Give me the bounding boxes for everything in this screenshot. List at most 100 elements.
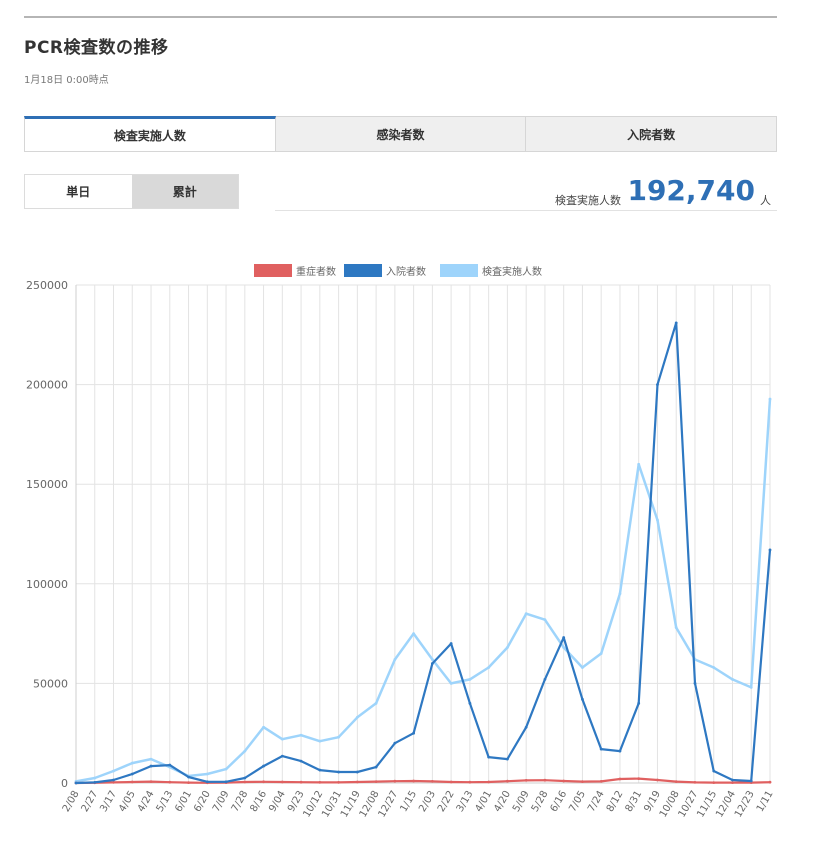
data-point: [524, 612, 528, 616]
data-point: [205, 772, 209, 776]
data-point: [674, 780, 678, 784]
data-point: [93, 776, 97, 780]
data-point: [768, 780, 772, 784]
data-point: [224, 780, 228, 784]
data-point: [262, 764, 265, 768]
x-tick-label: 8/16: [248, 789, 269, 814]
data-point: [618, 749, 622, 753]
data-point: [112, 781, 115, 784]
data-point: [749, 685, 753, 689]
metric-tabs: 検査実施人数 感染者数 入院者数: [24, 116, 778, 152]
x-tick-label: 4/05: [117, 789, 138, 814]
tab-hospitalized[interactable]: 入院者数: [526, 116, 778, 152]
series-line-severe: [74, 777, 772, 785]
y-tick-label: 0: [61, 777, 68, 790]
data-point: [262, 780, 265, 784]
data-point: [731, 678, 734, 681]
data-point: [449, 682, 453, 685]
series-line-tests: [74, 397, 772, 783]
data-point: [487, 780, 491, 784]
data-point: [487, 666, 491, 669]
data-point: [449, 642, 453, 645]
x-tick-label: 5/13: [155, 789, 176, 814]
data-point: [712, 769, 716, 773]
data-point: [468, 701, 472, 705]
data-point: [618, 777, 622, 781]
y-tick-label: 150000: [26, 478, 68, 491]
data-point: [637, 462, 641, 466]
data-point: [506, 779, 509, 783]
tab-infections[interactable]: 感染者数: [275, 116, 527, 152]
y-tick-label: 250000: [26, 279, 68, 292]
x-tick-label: 1/11: [755, 789, 776, 814]
legend-label: 検査実施人数: [482, 265, 542, 278]
legend-swatch: [344, 264, 382, 277]
x-tick-label: 1/15: [398, 789, 419, 814]
data-point: [355, 770, 359, 774]
data-point: [205, 780, 209, 784]
data-point: [130, 761, 134, 765]
x-tick-label: 8/31: [624, 789, 645, 814]
data-point: [543, 678, 547, 681]
data-point: [712, 666, 716, 669]
y-tick-label: 200000: [26, 379, 68, 392]
data-point: [299, 780, 303, 784]
x-tick-label: 7/09: [211, 789, 232, 814]
data-point: [430, 658, 434, 661]
page-title: PCR検査数の推移: [24, 38, 169, 58]
data-point: [487, 755, 491, 759]
data-point: [599, 652, 603, 655]
data-point: [731, 778, 734, 782]
cumulative-button[interactable]: 累計: [131, 175, 238, 208]
data-point: [693, 781, 697, 784]
data-point: [280, 754, 284, 758]
daily-cumulative-toggle: 単日 累計: [24, 174, 239, 209]
data-point: [656, 383, 659, 386]
tab-tests[interactable]: 検査実施人数: [24, 116, 276, 152]
data-point: [430, 662, 434, 665]
x-tick-label: 4/24: [136, 789, 157, 814]
data-point: [656, 518, 659, 522]
x-tick-label: 9/04: [267, 789, 288, 814]
data-point: [656, 778, 659, 782]
daily-button[interactable]: 単日: [25, 175, 132, 208]
data-point: [562, 646, 566, 649]
pcr-chart: 0500001000001500002000002500002/082/273/…: [26, 264, 776, 819]
data-point: [130, 780, 134, 784]
data-point: [674, 321, 678, 325]
data-point: [768, 548, 772, 552]
data-point: [543, 618, 547, 622]
data-point: [412, 731, 416, 735]
data-point: [562, 636, 566, 639]
data-point: [149, 764, 153, 768]
data-point: [449, 780, 453, 784]
summary-label: 検査実施人数: [555, 194, 621, 207]
data-point: [299, 733, 303, 737]
data-point: [187, 781, 190, 785]
x-tick-label: 4/01: [473, 789, 494, 814]
x-tick-label: 2/22: [436, 789, 457, 814]
data-point: [731, 781, 734, 785]
x-tick-label: 6/20: [192, 789, 213, 814]
legend-swatch: [254, 264, 292, 277]
data-point: [149, 780, 153, 784]
data-point: [393, 658, 397, 661]
data-point: [112, 778, 115, 782]
data-point: [355, 780, 359, 784]
data-point: [562, 779, 566, 783]
top-divider: [24, 16, 777, 18]
data-point: [280, 737, 284, 741]
data-point: [674, 626, 678, 630]
data-point: [618, 592, 622, 596]
x-tick-label: 3/17: [98, 789, 119, 814]
data-point: [243, 749, 247, 753]
data-point: [318, 781, 322, 784]
data-point: [374, 765, 378, 769]
data-point: [168, 780, 172, 784]
data-point: [93, 781, 97, 784]
data-point: [355, 715, 359, 719]
x-tick-label: 6/16: [549, 789, 570, 814]
x-tick-label: 5/09: [511, 789, 532, 814]
data-point: [374, 701, 378, 705]
data-point: [581, 780, 584, 784]
